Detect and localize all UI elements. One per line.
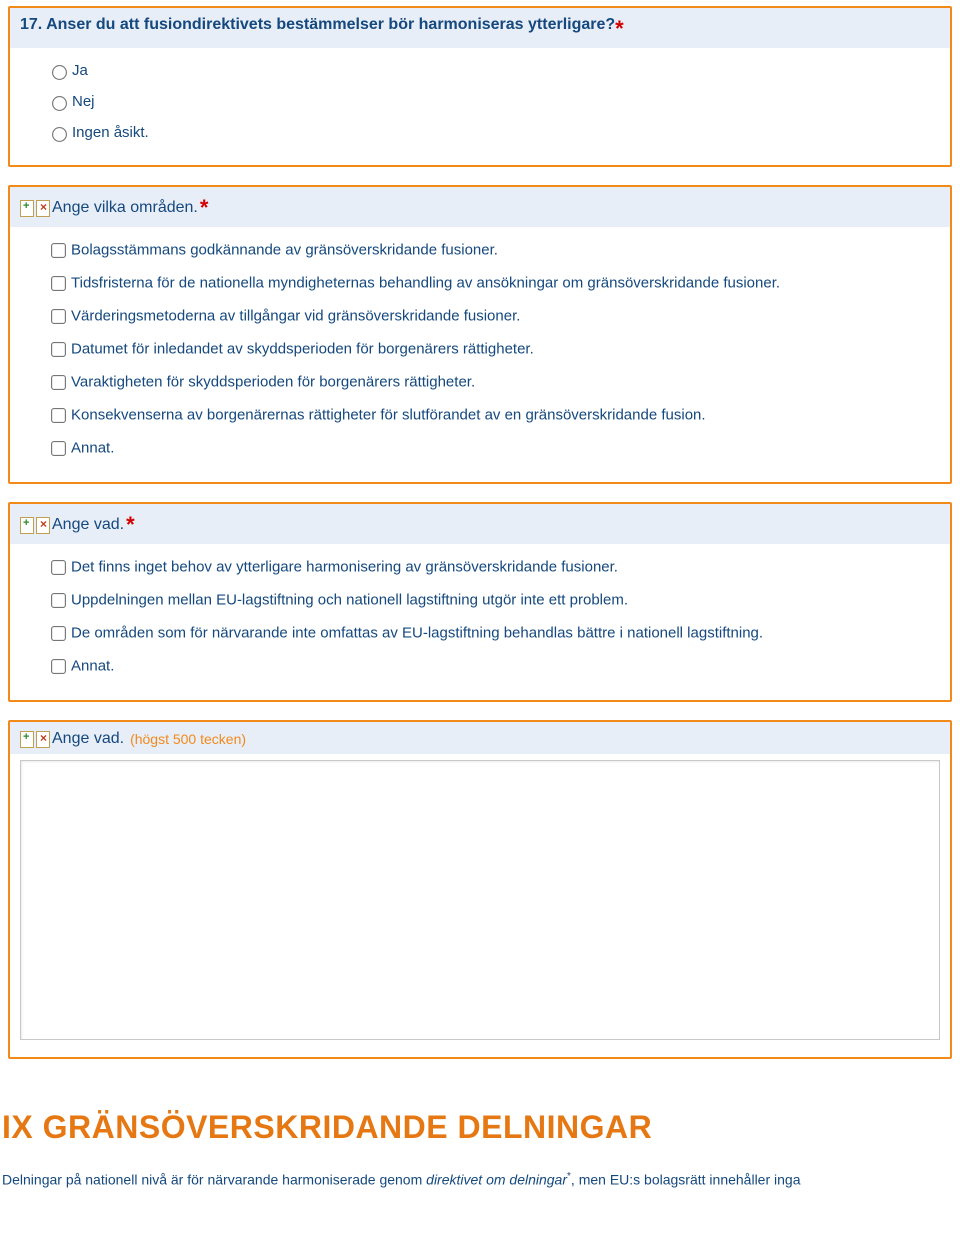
option-row: Tidsfristerna för de nationella myndighe… xyxy=(48,274,940,293)
option-row: Nej xyxy=(48,93,940,110)
option-row: Uppdelningen mellan EU-lagstiftning och … xyxy=(48,591,940,610)
checkbox-what-1[interactable] xyxy=(51,560,66,575)
required-star: * xyxy=(126,512,135,538)
textarea-wrap xyxy=(10,754,950,1057)
what-panel: Ange vad.* Det finns inget behov av ytte… xyxy=(8,502,952,702)
checkbox-area-7[interactable] xyxy=(51,441,66,456)
question-17-options: Ja Nej Ingen åsikt. xyxy=(10,48,950,165)
checkbox-area-1[interactable] xyxy=(51,243,66,258)
section-intro: Delningar på nationell nivå är för närva… xyxy=(2,1170,954,1190)
option-row: Datumet för inledandet av skyddsperioden… xyxy=(48,340,940,359)
option-label: Uppdelningen mellan EU-lagstiftning och … xyxy=(71,592,628,609)
option-label: Konsekvenserna av borgenärernas rättighe… xyxy=(71,407,706,424)
what-options: Det finns inget behov av ytterligare har… xyxy=(10,544,950,700)
option-row: Konsekvenserna av borgenärernas rättighe… xyxy=(48,406,940,425)
option-row: Värderingsmetoderna av tillgångar vid gr… xyxy=(48,307,940,326)
remove-doc-icon xyxy=(36,731,50,748)
option-label: De områden som för närvarande inte omfat… xyxy=(71,625,763,642)
add-remove-icons xyxy=(20,731,46,748)
foot-post: , men EU:s bolagsrätt innehåller inga xyxy=(571,1172,801,1188)
radio-ja[interactable] xyxy=(52,65,67,80)
checkbox-what-4[interactable] xyxy=(51,659,66,674)
option-label: Bolagsstämmans godkännande av gränsövers… xyxy=(71,242,498,259)
checkbox-area-3[interactable] xyxy=(51,309,66,324)
checkbox-what-3[interactable] xyxy=(51,626,66,641)
option-label: Nej xyxy=(72,93,95,110)
add-remove-icons xyxy=(20,200,46,217)
freetext-title-row: Ange vad. (högst 500 tecken) xyxy=(10,722,950,754)
foot-pre: Delningar på nationell nivå är för närva… xyxy=(2,1172,426,1188)
option-row: Det finns inget behov av ytterligare har… xyxy=(48,558,940,577)
areas-title-row: Ange vilka områden.* xyxy=(10,187,950,227)
option-label: Ja xyxy=(72,62,88,79)
option-label: Varaktigheten för skyddsperioden för bor… xyxy=(71,374,475,391)
checkbox-area-4[interactable] xyxy=(51,342,66,357)
foot-ital: direktivet om delningar xyxy=(426,1172,567,1188)
section-heading: IX GRÄNSÖVERSKRIDANDE DELNINGAR xyxy=(2,1109,956,1146)
option-row: Annat. xyxy=(48,657,940,676)
option-row: Ingen åsikt. xyxy=(48,124,940,141)
add-doc-icon xyxy=(20,200,34,217)
add-remove-icons xyxy=(20,517,46,534)
areas-panel: Ange vilka områden.* Bolagsstämmans godk… xyxy=(8,185,952,484)
remove-doc-icon xyxy=(36,517,50,534)
option-row: Annat. xyxy=(48,439,940,458)
checkbox-area-2[interactable] xyxy=(51,276,66,291)
remove-doc-icon xyxy=(36,200,50,217)
option-row: Bolagsstämmans godkännande av gränsövers… xyxy=(48,241,940,260)
option-label: Värderingsmetoderna av tillgångar vid gr… xyxy=(71,308,520,325)
option-label: Ingen åsikt. xyxy=(72,124,149,141)
option-label: Tidsfristerna för de nationella myndighe… xyxy=(71,275,780,292)
checkbox-what-2[interactable] xyxy=(51,593,66,608)
add-doc-icon xyxy=(20,517,34,534)
option-label: Annat. xyxy=(71,440,114,457)
freetext-title: Ange vad. xyxy=(52,730,124,748)
radio-nej[interactable] xyxy=(52,96,67,111)
question-17-title: 17. Anser du att fusiondirektivets bestä… xyxy=(10,8,950,48)
what-title: Ange vad. xyxy=(52,516,124,534)
checkbox-area-5[interactable] xyxy=(51,375,66,390)
required-star: * xyxy=(615,16,624,41)
option-label: Annat. xyxy=(71,658,114,675)
freetext-panel: Ange vad. (högst 500 tecken) xyxy=(8,720,952,1059)
question-17-panel: 17. Anser du att fusiondirektivets bestä… xyxy=(8,6,952,167)
option-row: Varaktigheten för skyddsperioden för bor… xyxy=(48,373,940,392)
required-star: * xyxy=(200,195,209,221)
option-label: Datumet för inledandet av skyddsperioden… xyxy=(71,341,534,358)
option-label: Det finns inget behov av ytterligare har… xyxy=(71,559,618,576)
add-doc-icon xyxy=(20,731,34,748)
radio-ingen[interactable] xyxy=(52,127,67,142)
areas-options: Bolagsstämmans godkännande av gränsövers… xyxy=(10,227,950,482)
checkbox-area-6[interactable] xyxy=(51,408,66,423)
areas-title: Ange vilka områden. xyxy=(52,199,198,217)
question-17-text: 17. Anser du att fusiondirektivets bestä… xyxy=(20,16,615,33)
freetext-input[interactable] xyxy=(20,760,940,1040)
what-title-row: Ange vad.* xyxy=(10,504,950,544)
option-row: Ja xyxy=(48,62,940,79)
option-row: De områden som för närvarande inte omfat… xyxy=(48,624,940,643)
char-limit: (högst 500 tecken) xyxy=(130,731,246,747)
